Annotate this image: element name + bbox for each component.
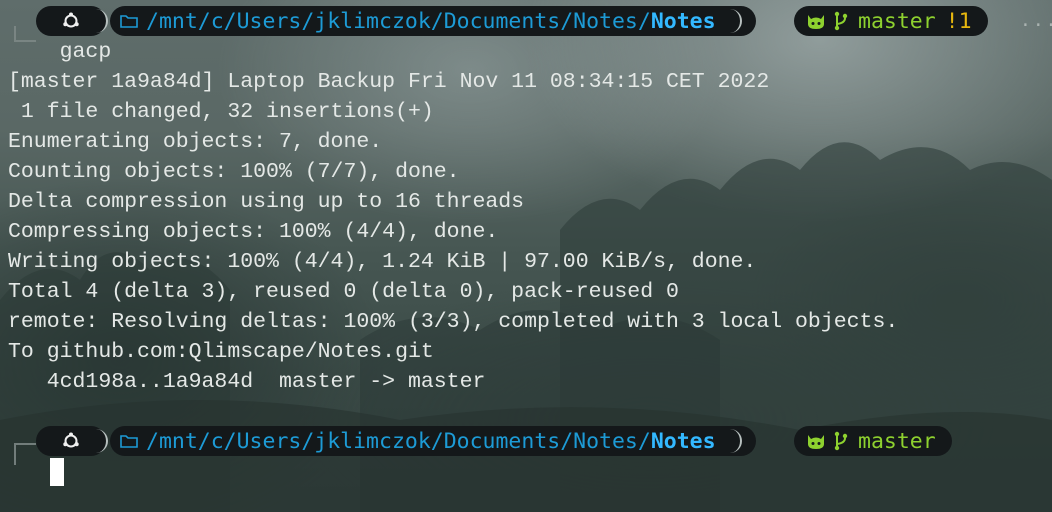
- git-status-badge: !1: [945, 8, 972, 34]
- output-line: 4cd198a..1a9a84d master -> master: [8, 370, 486, 394]
- terminal-output: gacp [master 1a9a84d] Laptop Backup Fri N…: [8, 37, 898, 397]
- path-leaf: Notes: [650, 8, 716, 34]
- path-leaf: Notes: [650, 428, 716, 454]
- command-line: gacp: [8, 37, 898, 67]
- ubuntu-icon: [62, 432, 80, 450]
- terminal-cursor[interactable]: [50, 458, 64, 486]
- command-text: gacp: [59, 40, 112, 64]
- github-cat-icon: [806, 432, 826, 450]
- output-line: Counting objects: 100% (7/7), done.: [8, 160, 460, 184]
- git-branch-icon: [834, 431, 848, 451]
- output-line: To github.com:Qlimscape/Notes.git: [8, 340, 434, 364]
- branch-name: master: [858, 8, 936, 34]
- path-text: /mnt/c/Users/jklimczok/Documents/Notes/: [146, 8, 651, 34]
- git-branch-icon: [834, 11, 848, 31]
- github-cat-icon: [806, 12, 826, 30]
- path-segment: /mnt/c/Users/jklimczok/Documents/Notes/N…: [110, 6, 756, 36]
- path-segment: /mnt/c/Users/jklimczok/Documents/Notes/N…: [110, 426, 756, 456]
- output-line: 1 file changed, 32 insertions(+): [8, 100, 434, 124]
- ubuntu-icon: [62, 12, 80, 30]
- output-line: Total 4 (delta 3), reused 0 (delta 0), p…: [8, 280, 679, 304]
- prompt-filler-dots: ···: [1020, 15, 1052, 36]
- folder-icon: [120, 14, 138, 28]
- prompt-line-2: /mnt/c/Users/jklimczok/Documents/Notes/N…: [0, 426, 1052, 456]
- output-line: Enumerating objects: 7, done.: [8, 130, 383, 154]
- output-line: Delta compression using up to 16 threads: [8, 190, 525, 214]
- folder-icon: [120, 434, 138, 448]
- output-line: [master 1a9a84d] Laptop Backup Fri Nov 1…: [8, 70, 770, 94]
- branch-name: master: [858, 428, 936, 454]
- output-line: remote: Resolving deltas: 100% (3/3), co…: [8, 310, 899, 334]
- prompt-connector: [14, 443, 36, 465]
- os-segment: [36, 426, 108, 456]
- prompt-line-1: /mnt/c/Users/jklimczok/Documents/Notes/N…: [0, 6, 1052, 36]
- git-segment: master: [794, 426, 952, 456]
- path-text: /mnt/c/Users/jklimczok/Documents/Notes/: [146, 428, 651, 454]
- git-segment: master !1: [794, 6, 988, 36]
- os-segment: [36, 6, 108, 36]
- output-line: Writing objects: 100% (4/4), 1.24 KiB | …: [8, 250, 757, 274]
- output-line: Compressing objects: 100% (4/4), done.: [8, 220, 499, 244]
